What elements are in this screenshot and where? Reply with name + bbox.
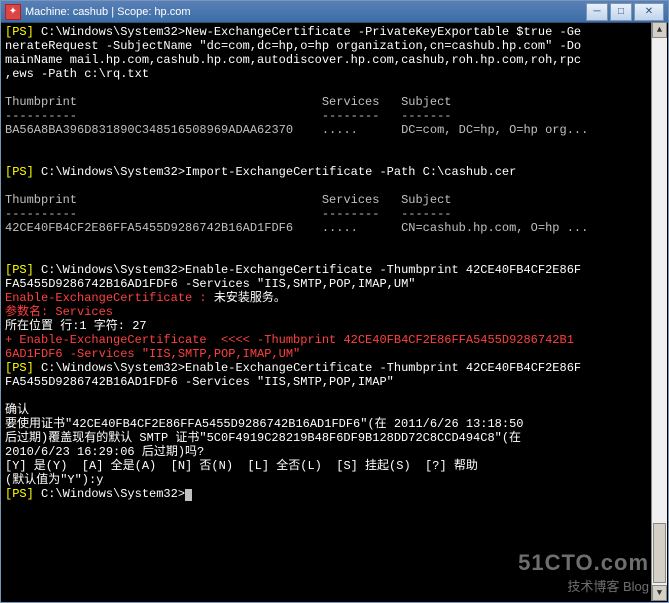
scrollbar[interactable]: ▲ ▼ xyxy=(651,22,667,601)
powershell-window: ✦ Machine: cashub | Scope: hp.com ─ □ ✕ … xyxy=(0,0,669,603)
scroll-thumb[interactable] xyxy=(653,523,666,583)
window-title: Machine: cashub | Scope: hp.com xyxy=(25,6,584,18)
maximize-button[interactable]: □ xyxy=(610,3,632,21)
scroll-down-button[interactable]: ▼ xyxy=(652,585,667,601)
app-icon: ✦ xyxy=(5,4,21,20)
terminal-output[interactable]: [PS] C:\Windows\System32>New-ExchangeCer… xyxy=(1,23,668,602)
scroll-up-button[interactable]: ▲ xyxy=(652,22,667,38)
titlebar[interactable]: ✦ Machine: cashub | Scope: hp.com ─ □ ✕ xyxy=(1,1,668,23)
close-button[interactable]: ✕ xyxy=(634,3,664,21)
scroll-track[interactable] xyxy=(652,38,667,585)
minimize-button[interactable]: ─ xyxy=(586,3,608,21)
